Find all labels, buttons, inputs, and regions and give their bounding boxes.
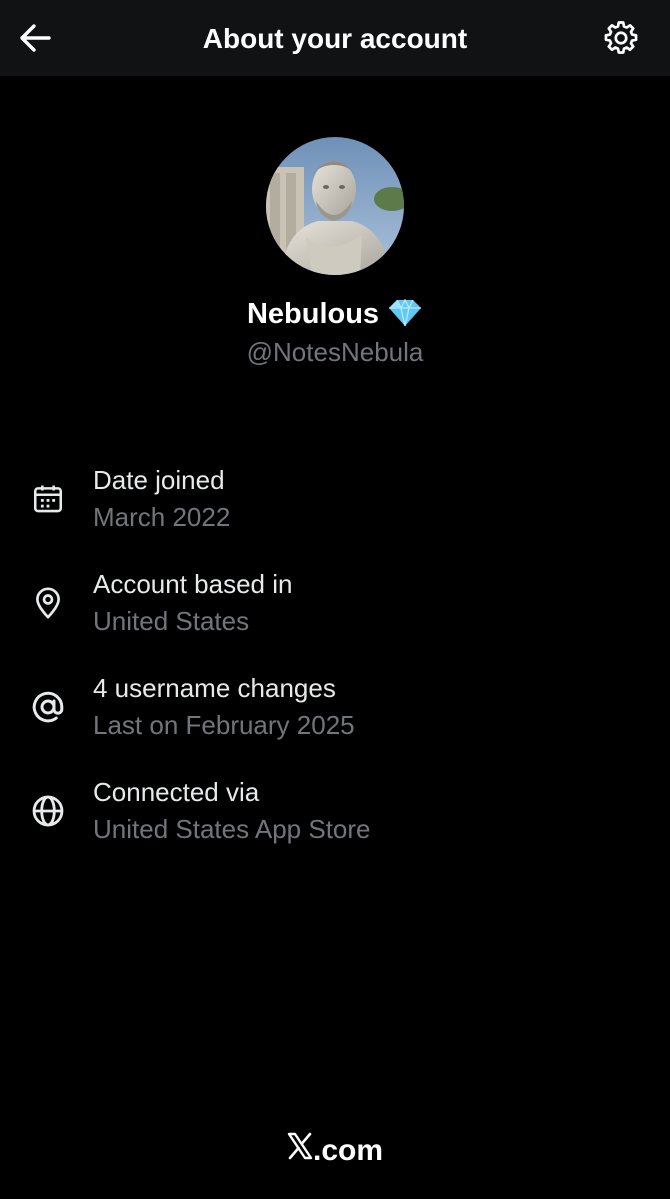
connected-via-label: Connected via — [93, 777, 260, 807]
footer-brand-text: .com — [312, 1134, 384, 1167]
account-location-value: United States — [93, 606, 250, 636]
back-arrow-icon — [20, 24, 51, 52]
connected-via-item: Connected via United States App Store — [0, 774, 670, 854]
username-handle: @NotesNebula — [246, 337, 424, 367]
footer-brand: .com — [0, 1130, 670, 1172]
gear-icon — [604, 21, 638, 54]
username-changes-label: 4 username changes — [93, 673, 336, 703]
x-logo-icon — [287, 1132, 313, 1160]
diamond-icon — [389, 298, 422, 327]
username-changes-item: 4 username changes Last on February 2025 — [0, 670, 670, 750]
display-name-row: Nebulous — [0, 294, 670, 334]
at-sign-icon — [28, 687, 68, 727]
location-pin-icon — [28, 583, 68, 623]
settings-button[interactable] — [600, 17, 642, 59]
date-joined-value: March 2022 — [93, 502, 231, 532]
connected-via-value: United States App Store — [93, 814, 371, 844]
top-app-bar: About your account — [0, 0, 670, 76]
back-button[interactable] — [14, 17, 56, 59]
globe-icon — [28, 791, 68, 831]
username-changes-value: Last on February 2025 — [93, 710, 355, 740]
page-title: About your account — [202, 23, 468, 54]
calendar-icon — [28, 479, 68, 519]
date-joined-label: Date joined — [93, 465, 225, 495]
avatar[interactable] — [266, 137, 404, 275]
date-joined-item: Date joined March 2022 — [0, 462, 670, 542]
display-name: Nebulous — [246, 298, 380, 330]
account-location-label: Account based in — [93, 569, 293, 599]
account-location-item: Account based in United States — [0, 566, 670, 646]
